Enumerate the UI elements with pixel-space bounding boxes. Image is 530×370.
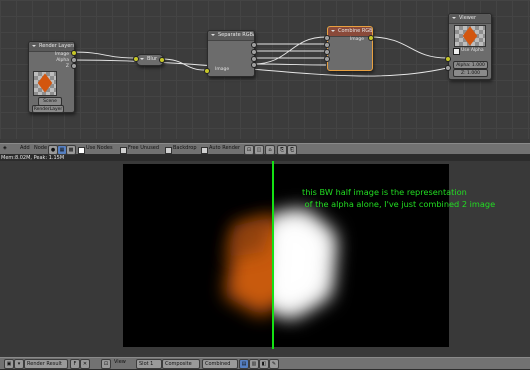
socket-combine-out[interactable] [368, 35, 374, 41]
annotation-text: this BW half image is the representation… [302, 187, 496, 209]
viewer-preview-thumbnail [454, 25, 486, 47]
texture-nodes-icon[interactable]: ▩ [66, 145, 76, 155]
snap-icon[interactable]: ⌂ [265, 145, 275, 155]
image-name-field[interactable]: Render Result [24, 359, 68, 369]
socket-viewer-alpha-in[interactable] [445, 65, 451, 71]
separate-rgba-node[interactable]: Separate RGBA Image [207, 30, 255, 77]
renderlayer-selector[interactable]: RenderLayer [32, 105, 64, 113]
auto-render-checkbox[interactable] [201, 147, 208, 154]
socket-g-out[interactable] [251, 49, 257, 55]
image-close-icon[interactable]: ✕ [80, 359, 90, 369]
link-alpha-viewer [72, 59, 448, 77]
socket-blur-out[interactable] [159, 57, 165, 63]
backdrop-label: Backdrop [173, 145, 197, 151]
combine-rgba-node[interactable]: Combine RGBA Image [327, 26, 373, 71]
combine-rgba-node-title[interactable]: Combine RGBA [328, 27, 372, 37]
menu-add[interactable]: Add [20, 144, 30, 153]
image-fake-user-icon[interactable]: F [70, 359, 80, 369]
use-nodes-checkbox[interactable] [78, 147, 85, 154]
use-alpha-label: Use Alpha [461, 48, 484, 53]
z-value-field[interactable]: Z: 1.000 [453, 69, 488, 77]
pin-image-icon[interactable]: ⊡ [101, 359, 111, 369]
display-alpha-icon[interactable]: ▥ [249, 359, 259, 369]
link-alpha [252, 63, 327, 66]
render-layers-node[interactable]: Render Layers Image Alpha Z Scene Render… [28, 41, 75, 113]
socket-combine-r[interactable] [324, 35, 330, 41]
copy-icon[interactable]: ⎘ [277, 145, 287, 155]
view-menu[interactable]: View [114, 358, 126, 367]
use-alpha-checkbox[interactable] [453, 48, 460, 55]
slot-selector[interactable]: Slot 1 [136, 359, 162, 369]
render-layers-node-title[interactable]: Render Layers [29, 42, 74, 52]
display-z-icon[interactable]: ◧ [259, 359, 269, 369]
free-unused-checkbox[interactable] [120, 147, 127, 154]
render-preview-thumbnail [33, 71, 57, 96]
node-editor-canvas[interactable]: Render Layers Image Alpha Z Scene Render… [0, 0, 530, 139]
output-label-image: Image [54, 52, 69, 57]
output-label-z: Z [65, 64, 69, 69]
viewer-node-title[interactable]: Viewer [449, 14, 491, 24]
image-browse-icon[interactable]: ▾ [14, 359, 24, 369]
alpha-value-field[interactable]: Alpha: 1.000 [453, 61, 488, 69]
auto-render-label: Auto Render [209, 145, 240, 151]
combine-output-label: Image [349, 37, 364, 42]
viewer-node[interactable]: Viewer Use Alpha Alpha: 1.000 Z: 1.000 [448, 13, 492, 80]
socket-combine-g[interactable] [324, 42, 330, 48]
socket-image-out[interactable] [71, 50, 77, 56]
use-nodes-label: Use Nodes [86, 145, 113, 151]
socket-combine-a[interactable] [324, 56, 330, 62]
sample-tool-icon[interactable]: ✎ [269, 359, 279, 369]
image-editor-type-icon[interactable]: ▣ [4, 359, 14, 369]
image-editor-canvas[interactable]: this BW half image is the representation… [0, 161, 530, 355]
socket-a-out[interactable] [251, 62, 257, 68]
pass-selector[interactable]: Combined [202, 359, 238, 369]
separate-input-label: Image [215, 67, 230, 72]
image-editor-header: ▣ ▾ Render Result F ✕ ⊡ View Slot 1 Comp… [0, 357, 530, 370]
display-color-icon[interactable]: ▤ [239, 359, 249, 369]
socket-combine-b[interactable] [324, 49, 330, 55]
menu-node[interactable]: Node [34, 144, 47, 153]
paste-icon[interactable]: ⎗ [287, 145, 297, 155]
split-divider-line [272, 161, 274, 349]
separate-rgba-node-title[interactable]: Separate RGBA [208, 31, 254, 41]
socket-blur-in[interactable] [133, 56, 139, 62]
socket-z-out[interactable] [71, 63, 77, 69]
free-unused-label: Free Unused [128, 145, 160, 151]
link-a [252, 36, 327, 65]
view-icon[interactable]: ◫ [254, 145, 264, 155]
output-label-alpha: Alpha [56, 58, 69, 63]
socket-r-out[interactable] [251, 42, 257, 48]
editor-type-icon[interactable]: ◈ [3, 144, 7, 153]
layer-selector[interactable]: Composite [162, 359, 200, 369]
node-editor-header: ◈ Add Node ● ▦ ▩ Use Nodes Free Unused B… [0, 143, 530, 155]
link-image-blur [72, 51, 137, 59]
backdrop-checkbox[interactable] [165, 147, 172, 154]
link-combine-viewer [369, 36, 448, 59]
socket-viewer-image-in[interactable] [445, 56, 451, 62]
pin-icon[interactable]: ⊡ [244, 145, 254, 155]
socket-separate-in[interactable] [204, 68, 210, 74]
